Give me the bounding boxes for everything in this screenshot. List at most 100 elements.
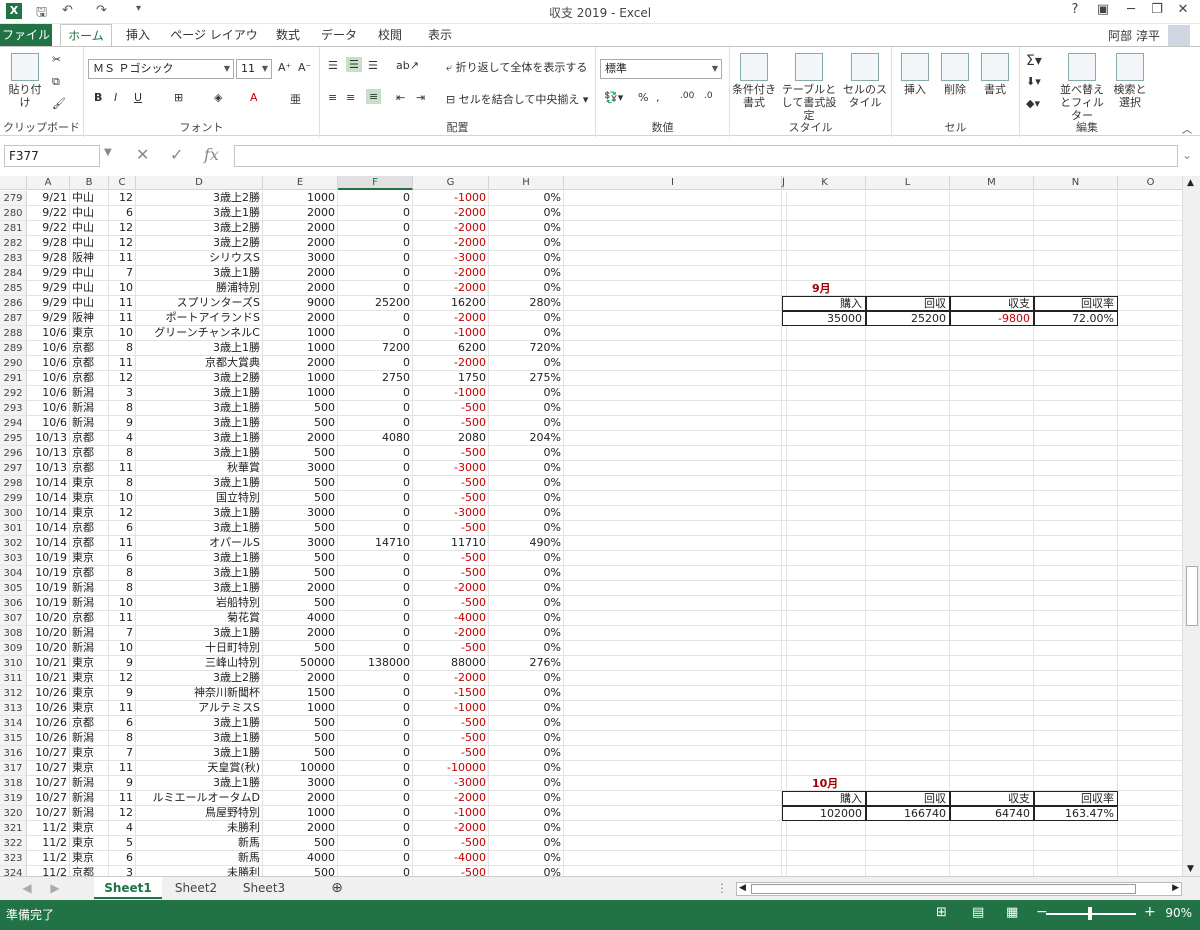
- cell[interactable]: 0%: [489, 776, 564, 791]
- row-header[interactable]: 290: [0, 356, 27, 371]
- row-header[interactable]: 286: [0, 296, 27, 311]
- cell[interactable]: 新潟: [70, 791, 109, 806]
- cell[interactable]: 東京: [70, 326, 109, 341]
- cell[interactable]: [564, 371, 782, 386]
- cell[interactable]: 0: [338, 731, 413, 746]
- cell[interactable]: 0%: [489, 521, 564, 536]
- cell[interactable]: 500: [263, 416, 338, 431]
- cell[interactable]: [564, 326, 782, 341]
- cell[interactable]: 8: [109, 446, 136, 461]
- add-sheet-icon[interactable]: ⊕: [326, 877, 348, 899]
- cell[interactable]: [564, 341, 782, 356]
- cell[interactable]: 十日町特別: [136, 641, 263, 656]
- cell[interactable]: 3000: [263, 776, 338, 791]
- cell[interactable]: [564, 536, 782, 551]
- cell[interactable]: [950, 521, 1034, 536]
- row-header[interactable]: 279: [0, 191, 27, 206]
- cell[interactable]: 10/26: [27, 701, 70, 716]
- cell[interactable]: [784, 641, 866, 656]
- cell[interactable]: 0: [338, 566, 413, 581]
- cell[interactable]: 0: [338, 416, 413, 431]
- cell[interactable]: [564, 626, 782, 641]
- cell[interactable]: [950, 266, 1034, 281]
- cell[interactable]: [1034, 521, 1118, 536]
- cell[interactable]: [1034, 356, 1118, 371]
- cell[interactable]: 500: [263, 566, 338, 581]
- cell[interactable]: -1000: [413, 191, 489, 206]
- cell[interactable]: 0%: [489, 806, 564, 821]
- cell[interactable]: 50000: [263, 656, 338, 671]
- cell[interactable]: 4: [109, 431, 136, 446]
- cell[interactable]: [1034, 371, 1118, 386]
- cell[interactable]: [564, 506, 782, 521]
- cell[interactable]: [564, 386, 782, 401]
- row-header[interactable]: 308: [0, 626, 27, 641]
- cell[interactable]: [784, 476, 866, 491]
- row-header[interactable]: 299: [0, 491, 27, 506]
- cell[interactable]: [1034, 251, 1118, 266]
- cell[interactable]: 10/19: [27, 596, 70, 611]
- cell[interactable]: [950, 776, 1034, 791]
- row-header[interactable]: 319: [0, 791, 27, 806]
- cell[interactable]: [1034, 656, 1118, 671]
- cell[interactable]: 京都: [70, 866, 109, 876]
- row-header[interactable]: 311: [0, 671, 27, 686]
- cell[interactable]: 2000: [263, 356, 338, 371]
- cell[interactable]: 500: [263, 596, 338, 611]
- cell[interactable]: 0%: [489, 281, 564, 296]
- cell[interactable]: [866, 386, 950, 401]
- delete-cells-button[interactable]: 削除: [936, 53, 974, 96]
- cell[interactable]: [950, 461, 1034, 476]
- cell[interactable]: [1118, 221, 1182, 236]
- cell[interactable]: 10/14: [27, 506, 70, 521]
- cell[interactable]: [1034, 551, 1118, 566]
- cell[interactable]: 10/27: [27, 791, 70, 806]
- cell[interactable]: [1034, 326, 1118, 341]
- cell[interactable]: 3000: [263, 506, 338, 521]
- cell[interactable]: 東京: [70, 821, 109, 836]
- cell-styles-button[interactable]: セルのスタイル: [842, 53, 888, 109]
- cell[interactable]: [1118, 851, 1182, 866]
- phonetic-icon[interactable]: 亜: [290, 91, 301, 107]
- cell[interactable]: [866, 416, 950, 431]
- cell[interactable]: -500: [413, 596, 489, 611]
- column-header-g[interactable]: G: [413, 176, 489, 190]
- cell[interactable]: 0%: [489, 446, 564, 461]
- cell[interactable]: 0: [338, 521, 413, 536]
- cell[interactable]: [564, 521, 782, 536]
- cell[interactable]: 新潟: [70, 386, 109, 401]
- cell[interactable]: [564, 236, 782, 251]
- cell[interactable]: [866, 776, 950, 791]
- cell[interactable]: [1118, 581, 1182, 596]
- cell[interactable]: ポートアイランドS: [136, 311, 263, 326]
- cell[interactable]: 9/29: [27, 266, 70, 281]
- cell[interactable]: 275%: [489, 371, 564, 386]
- cell[interactable]: 東京: [70, 551, 109, 566]
- cell[interactable]: 0: [338, 236, 413, 251]
- cell[interactable]: 東京: [70, 491, 109, 506]
- fill-color-icon[interactable]: ◈: [214, 91, 222, 104]
- row-header[interactable]: 294: [0, 416, 27, 431]
- cell[interactable]: [950, 401, 1034, 416]
- cell[interactable]: [950, 566, 1034, 581]
- cell[interactable]: [1034, 386, 1118, 401]
- cell[interactable]: [784, 851, 866, 866]
- cell[interactable]: [950, 701, 1034, 716]
- cell[interactable]: 11: [109, 701, 136, 716]
- cell[interactable]: 11: [109, 296, 136, 311]
- cell[interactable]: 10/6: [27, 356, 70, 371]
- cell[interactable]: [564, 356, 782, 371]
- cell[interactable]: 9/29: [27, 281, 70, 296]
- cell[interactable]: [784, 656, 866, 671]
- cell[interactable]: 500: [263, 551, 338, 566]
- cell[interactable]: [1118, 866, 1182, 876]
- cell[interactable]: [1118, 236, 1182, 251]
- cell[interactable]: 三峰山特別: [136, 656, 263, 671]
- column-header-b[interactable]: B: [70, 176, 109, 190]
- cell[interactable]: 東京: [70, 746, 109, 761]
- cell[interactable]: -2000: [413, 281, 489, 296]
- cell[interactable]: 3歳上1勝: [136, 551, 263, 566]
- cell[interactable]: [1118, 671, 1182, 686]
- cell[interactable]: [1118, 371, 1182, 386]
- tab-data[interactable]: データ: [316, 24, 362, 46]
